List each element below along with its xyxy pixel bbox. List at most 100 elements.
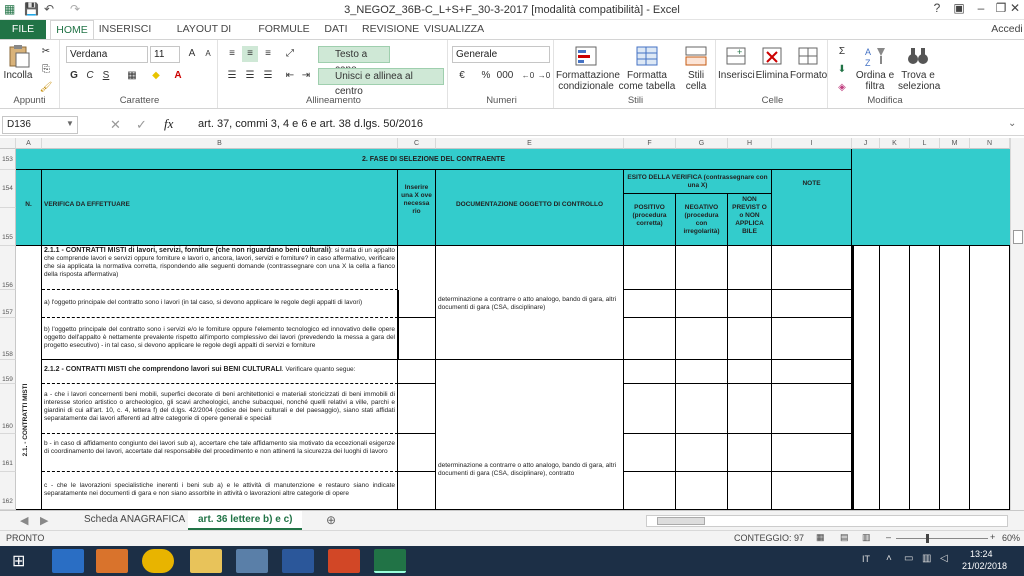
worksheet-grid[interactable]: A B C E F G H I J K L M N 153 154 155 15… bbox=[0, 138, 1010, 510]
vertical-label-cell[interactable]: 2.1. - CONTRATTI MISTI bbox=[16, 246, 42, 510]
row-header[interactable]: 157 bbox=[0, 290, 16, 318]
result-cell[interactable] bbox=[624, 472, 676, 510]
network-icon[interactable]: ▥ bbox=[922, 553, 931, 564]
percent-button[interactable]: % bbox=[478, 68, 494, 84]
doc-cell[interactable]: determinazione a contrarre o atto analog… bbox=[436, 360, 624, 510]
mark-cell[interactable] bbox=[398, 384, 436, 434]
decrease-decimal-icon[interactable]: →0 bbox=[536, 68, 552, 84]
italic-button[interactable]: C bbox=[82, 68, 98, 84]
esito-header[interactable]: ESITO DELLA VERIFICA (contrassegnare con… bbox=[624, 170, 772, 194]
result-cell[interactable] bbox=[624, 318, 676, 360]
result-cell[interactable] bbox=[728, 246, 772, 290]
add-sheet-icon[interactable]: ⊕ bbox=[326, 513, 336, 527]
sheet-tab-anagrafica[interactable]: Scheda ANAGRAFICA bbox=[74, 511, 195, 530]
row-header[interactable]: 161 bbox=[0, 434, 16, 472]
shrink-font-icon[interactable]: A bbox=[200, 46, 216, 62]
verify-cell[interactable]: b) l'oggetto principale del contratto so… bbox=[42, 318, 398, 360]
verify-cell[interactable]: b - in caso di affidamento congiunto dei… bbox=[42, 434, 398, 472]
note-cell[interactable] bbox=[772, 290, 852, 318]
increase-indent-icon[interactable]: ⇥ bbox=[298, 68, 314, 84]
column-header[interactable]: B bbox=[42, 138, 398, 149]
empty-column[interactable] bbox=[970, 246, 1010, 510]
row-header[interactable]: 155 bbox=[0, 208, 16, 246]
decrease-indent-icon[interactable]: ⇤ bbox=[282, 68, 298, 84]
align-left-icon[interactable]: ☰ bbox=[224, 68, 240, 84]
format-painter-icon[interactable]: 🖌 bbox=[38, 80, 54, 96]
tab-visualizza[interactable]: VISUALIZZA bbox=[424, 20, 484, 39]
thousands-button[interactable]: 000 bbox=[494, 68, 516, 84]
enter-icon[interactable]: ✓ bbox=[136, 117, 147, 133]
column-header[interactable]: I bbox=[772, 138, 852, 149]
result-cell[interactable] bbox=[728, 290, 772, 318]
row-header[interactable]: 153 bbox=[0, 149, 16, 170]
language-indicator[interactable]: IT bbox=[862, 554, 870, 564]
row-header[interactable]: 160 bbox=[0, 384, 16, 434]
zoom-in-icon[interactable]: + bbox=[990, 532, 995, 542]
scroll-thumb[interactable] bbox=[1013, 230, 1023, 244]
merge-center-button[interactable]: Unisci e allinea al centro bbox=[318, 68, 444, 97]
fill-icon[interactable]: ⬇ bbox=[834, 62, 850, 78]
media-icon[interactable] bbox=[96, 549, 128, 573]
verify-cell[interactable]: 2.1.1 - CONTRATTI MISTI di lavori, servi… bbox=[42, 246, 398, 290]
clock-time[interactable]: 13:24 bbox=[970, 549, 993, 559]
font-name-select[interactable]: Verdana bbox=[66, 46, 148, 63]
cancel-icon[interactable]: ✕ bbox=[110, 117, 121, 133]
explorer-icon[interactable] bbox=[190, 549, 222, 573]
copy-icon[interactable]: ⎘ bbox=[38, 62, 54, 78]
result-cell[interactable] bbox=[728, 472, 772, 510]
sheet-tab-art36[interactable]: art. 36 lettere b) e c) bbox=[188, 511, 303, 530]
note-cell[interactable] bbox=[772, 246, 852, 290]
tab-revisione[interactable]: REVISIONE bbox=[362, 20, 419, 39]
column-header[interactable]: E bbox=[436, 138, 624, 149]
wrap-text-button[interactable]: Testo a capo bbox=[318, 46, 390, 75]
result-cell[interactable] bbox=[728, 360, 772, 384]
currency-icon[interactable]: € bbox=[454, 68, 470, 84]
formula-input[interactable]: art. 37, commi 3, 4 e 6 e art. 38 d.lgs.… bbox=[198, 118, 423, 130]
zoom-slider-thumb[interactable] bbox=[926, 534, 929, 543]
delete-cells-button[interactable]: Elimina bbox=[754, 44, 790, 81]
n-header[interactable]: N. bbox=[16, 170, 42, 246]
note-header[interactable]: NOTE bbox=[772, 170, 852, 246]
row-header[interactable]: 158 bbox=[0, 318, 16, 360]
page-break-icon[interactable]: ▥ bbox=[862, 532, 871, 543]
ie-icon[interactable] bbox=[52, 549, 84, 573]
column-header[interactable]: H bbox=[728, 138, 772, 149]
mark-cell[interactable] bbox=[398, 246, 436, 290]
mark-cell[interactable] bbox=[398, 472, 436, 510]
scroll-thumb[interactable] bbox=[657, 517, 705, 525]
zoom-slider[interactable] bbox=[896, 538, 988, 539]
zoom-level[interactable]: 60% bbox=[1002, 533, 1020, 543]
verify-cell[interactable]: c - che le lavorazioni specialistiche in… bbox=[42, 472, 398, 510]
doc-cell[interactable]: determinazione a contrarre o atto analog… bbox=[436, 246, 624, 360]
column-header[interactable]: K bbox=[880, 138, 910, 149]
vertical-scrollbar[interactable] bbox=[1010, 138, 1024, 510]
minimize-icon[interactable]: – bbox=[970, 1, 992, 18]
mark-cell[interactable] bbox=[398, 360, 436, 384]
clock-date[interactable]: 21/02/2018 bbox=[962, 561, 1007, 571]
number-format-select[interactable]: Generale bbox=[452, 46, 550, 63]
underline-button[interactable]: S bbox=[98, 68, 114, 84]
word-icon[interactable] bbox=[282, 549, 314, 573]
row-header[interactable]: 154 bbox=[0, 170, 16, 208]
verify-cell[interactable]: a) l'oggetto principale del contratto so… bbox=[42, 290, 398, 318]
mark-cell[interactable] bbox=[398, 318, 436, 360]
align-middle-icon[interactable]: ≡ bbox=[242, 46, 258, 62]
excel-icon[interactable] bbox=[374, 549, 406, 573]
app-icon[interactable] bbox=[236, 549, 268, 573]
column-header[interactable]: A bbox=[16, 138, 42, 149]
font-color-icon[interactable]: A bbox=[170, 68, 186, 84]
column-header[interactable]: L bbox=[910, 138, 940, 149]
align-top-icon[interactable]: ≡ bbox=[224, 46, 240, 62]
page-layout-icon[interactable]: ▤ bbox=[840, 532, 849, 543]
row-header[interactable]: 156 bbox=[0, 246, 16, 290]
result-cell[interactable] bbox=[676, 246, 728, 290]
insert-x-header[interactable]: Inserire una X ove necessa rio bbox=[398, 170, 436, 246]
result-cell[interactable] bbox=[624, 434, 676, 472]
result-cell[interactable] bbox=[728, 384, 772, 434]
font-size-select[interactable]: 11 bbox=[150, 46, 180, 63]
verify-header[interactable]: VERIFICA DA EFFETTUARE bbox=[42, 170, 398, 246]
column-header[interactable]: N bbox=[970, 138, 1010, 149]
result-cell[interactable] bbox=[624, 246, 676, 290]
tab-inserisci[interactable]: INSERISCI bbox=[98, 20, 152, 39]
column-header[interactable]: F bbox=[624, 138, 676, 149]
